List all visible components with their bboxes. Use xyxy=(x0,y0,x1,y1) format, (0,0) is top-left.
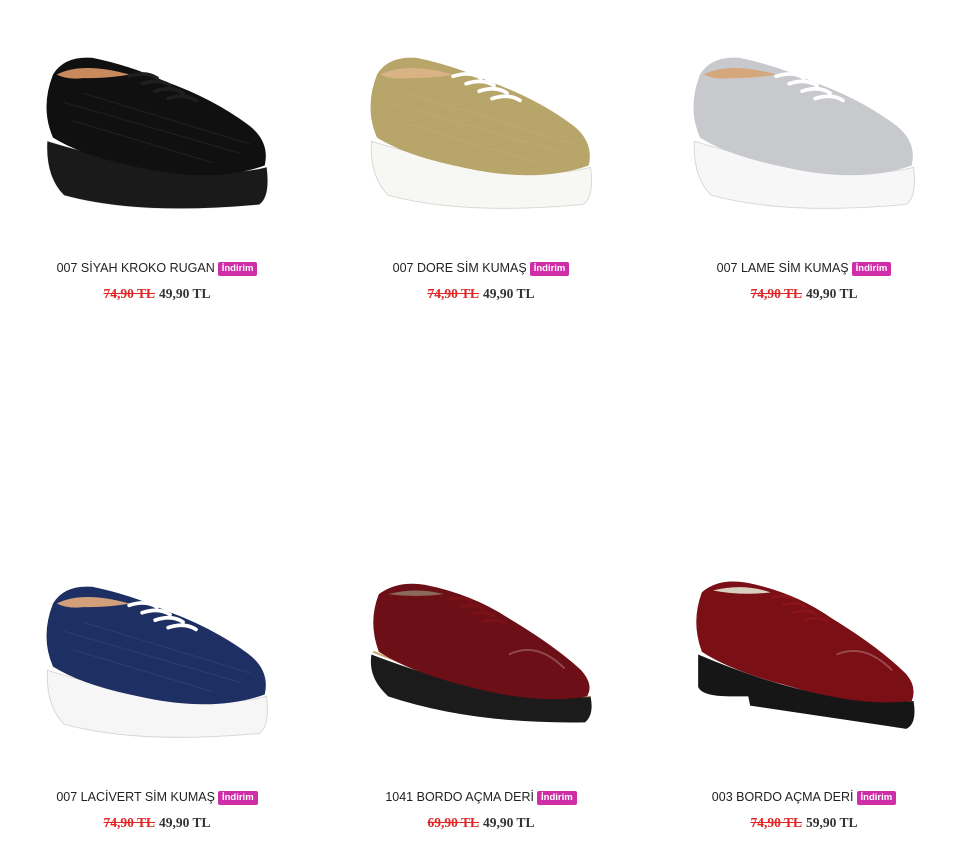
discount-badge: İndirim xyxy=(856,791,897,805)
product-image[interactable] xyxy=(674,539,934,784)
discount-badge: İndirim xyxy=(537,791,577,805)
discount-badge: İndirim xyxy=(217,262,258,276)
shoe-illustration xyxy=(370,57,592,209)
current-price: 49,90 TL xyxy=(483,286,535,301)
price-row: 74,90 TL 49,90 TL xyxy=(7,286,307,302)
product-card[interactable]: 1041 BORDO AÇMA DERİ İndirim 69,90 TL 49,9… xyxy=(331,539,631,839)
product-image[interactable] xyxy=(351,539,611,784)
old-price: 74,90 TL xyxy=(103,815,155,830)
old-price: 74,90 TL xyxy=(103,286,155,301)
product-title-row: 003 BORDO AÇMA DERİ İndirim xyxy=(654,788,954,806)
product-title-row: 007 LACİVERT SİM KUMAŞ İndirim xyxy=(7,788,307,806)
discount-badge: İndirim xyxy=(217,791,258,805)
product-image[interactable] xyxy=(27,539,287,784)
shoe-illustration xyxy=(46,57,268,209)
price-row: 74,90 TL 49,90 TL xyxy=(7,815,307,831)
product-name[interactable]: 007 SİYAH KROKO RUGAN xyxy=(57,261,215,275)
price-row: 69,90 TL 49,90 TL xyxy=(331,815,631,831)
product-title-row: 007 LAME SİM KUMAŞ İndirim xyxy=(654,259,954,277)
product-image[interactable] xyxy=(27,10,287,255)
product-image[interactable] xyxy=(674,10,934,255)
product-card[interactable]: 007 DORE SİM KUMAŞ İndirim 74,90 TL 49,90 … xyxy=(331,10,631,310)
discount-badge: İndirim xyxy=(851,262,892,276)
price-row: 74,90 TL 49,90 TL xyxy=(331,286,631,302)
old-price: 74,90 TL xyxy=(750,815,802,830)
shoe-illustration xyxy=(693,57,915,209)
current-price: 59,90 TL xyxy=(806,815,858,830)
price-row: 74,90 TL 59,90 TL xyxy=(654,815,954,831)
current-price: 49,90 TL xyxy=(806,286,858,301)
shoe-illustration xyxy=(46,586,268,738)
product-card[interactable]: 007 SİYAH KROKO RUGAN İndirim 74,90 TL 49,… xyxy=(7,10,307,310)
old-price: 74,90 TL xyxy=(750,286,802,301)
old-price: 74,90 TL xyxy=(427,286,479,301)
product-name[interactable]: 007 LAME SİM KUMAŞ xyxy=(717,261,849,275)
product-image[interactable] xyxy=(351,10,611,255)
product-title-row: 1041 BORDO AÇMA DERİ İndirim xyxy=(331,788,631,806)
shoe-illustration xyxy=(370,583,592,723)
product-name[interactable]: 007 LACİVERT SİM KUMAŞ xyxy=(56,790,215,804)
current-price: 49,90 TL xyxy=(159,286,211,301)
product-name[interactable]: 007 DORE SİM KUMAŞ xyxy=(393,261,527,275)
current-price: 49,90 TL xyxy=(483,815,535,830)
shoe-illustration xyxy=(696,581,915,729)
discount-badge: İndirim xyxy=(529,262,570,276)
product-card[interactable]: 007 LAME SİM KUMAŞ İndirim 74,90 TL 49,90 … xyxy=(654,10,954,310)
price-row: 74,90 TL 49,90 TL xyxy=(654,286,954,302)
product-title-row: 007 DORE SİM KUMAŞ İndirim xyxy=(331,259,631,277)
product-card[interactable]: 003 BORDO AÇMA DERİ İndirim 74,90 TL 59,90… xyxy=(654,539,954,839)
product-name[interactable]: 003 BORDO AÇMA DERİ xyxy=(712,790,854,804)
old-price: 69,90 TL xyxy=(427,815,479,830)
current-price: 49,90 TL xyxy=(159,815,211,830)
product-name[interactable]: 1041 BORDO AÇMA DERİ xyxy=(385,790,534,804)
product-title-row: 007 SİYAH KROKO RUGAN İndirim xyxy=(7,259,307,277)
product-card[interactable]: 007 LACİVERT SİM KUMAŞ İndirim 74,90 TL 49… xyxy=(7,539,307,839)
